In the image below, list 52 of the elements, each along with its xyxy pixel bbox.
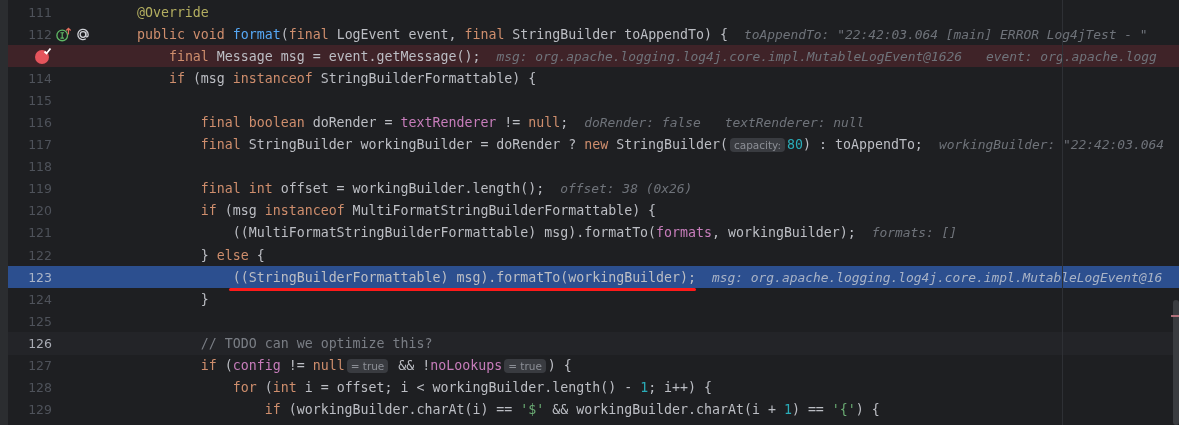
line-number: 111 — [28, 4, 52, 20]
line-number: 112 — [28, 26, 52, 42]
code-text: public void format(final LogEvent event, final StringBuilder toAppendTo) { — [136, 26, 728, 42]
code-text: // TODO can we optimize this? — [200, 335, 433, 351]
inline-hint: capacity: — [729, 137, 786, 152]
line-number: 118 — [28, 159, 52, 175]
debug-value: workingBuilder: "22:42:03.064 — [938, 137, 1164, 153]
code-text: final boolean doRender = textRenderer != null; — [200, 115, 569, 130]
inline-hint: = true — [346, 358, 389, 373]
code-text: final StringBuilder workingBuilder = doRender ? new StringBuilder( — [200, 137, 728, 153]
line-number: 123 — [28, 269, 52, 285]
line-number: 125 — [28, 313, 52, 329]
line-number: 115 — [28, 92, 52, 108]
line-number: 119 — [28, 181, 52, 197]
code-text: if (workingBuilder.charAt(i) == '$' && workingBuilder.charAt(i + 1) == '{') { — [264, 402, 880, 418]
implementation-marker-icon[interactable] — [56, 26, 72, 42]
debug-value: doRender: false — [584, 115, 701, 130]
code-text: 80) : toAppendTo; — [787, 137, 923, 153]
code-text: final int offset = workingBuilder.length(); — [200, 181, 545, 197]
debug-value: msg: org.apache.logging.log4j.core.impl.MutableLogEvent@1626 — [496, 48, 963, 64]
debug-value: formats: [] — [871, 225, 958, 241]
line-number: 117 — [28, 137, 52, 153]
code-text: ) { — [547, 358, 572, 374]
code-text: @Override — [136, 4, 209, 20]
code-text: for (int i = offset; i < workingBuilder.length() - 1; i++) { — [232, 380, 713, 396]
line-number: 120 — [28, 203, 52, 219]
code-text: ((StringBuilderFormattable) msg).formatTo(workingBuilder); — [232, 269, 697, 285]
breakpoint-icon[interactable] — [34, 47, 52, 66]
line-number: 122 — [28, 247, 52, 263]
line-number: 121 — [28, 225, 52, 241]
line-number: 116 — [28, 115, 52, 130]
code-text: if (config != null — [200, 358, 345, 374]
code-text: if (msg instanceof StringBuilderFormattable) { — [168, 70, 537, 86]
scrollbar[interactable] — [1173, 300, 1179, 425]
line-number: 129 — [28, 402, 52, 418]
code-text: } — [200, 291, 209, 307]
debug-value: offset: 38 (0x26) — [560, 181, 693, 197]
line-number: 114 — [28, 70, 52, 86]
inline-hint: = true — [504, 358, 546, 373]
annotation-icon[interactable] — [75, 26, 91, 42]
line-number: 128 — [28, 380, 52, 396]
line-number: 127 — [28, 358, 52, 374]
code-text: ((MultiFormatStringBuilderFormattable) msg).formatTo(formats, workingBuilder); — [232, 225, 856, 241]
line-number: 124 — [28, 291, 52, 307]
debug-value: textRenderer: null — [724, 115, 865, 130]
debug-value: event: org.apache.logg — [986, 48, 1157, 64]
debug-value: toAppendTo: "22:42:03.064 [main] ERROR Log4jTest - " — [744, 26, 1148, 42]
code-text: final Message msg = event.getMessage(); — [168, 48, 481, 64]
code-text: && !noLookups — [397, 358, 503, 374]
code-text: } else { — [200, 247, 265, 263]
line-number: 126 — [28, 335, 52, 351]
code-text: if (msg instanceof MultiFormatStringBuilderFormattable) { — [200, 203, 657, 219]
